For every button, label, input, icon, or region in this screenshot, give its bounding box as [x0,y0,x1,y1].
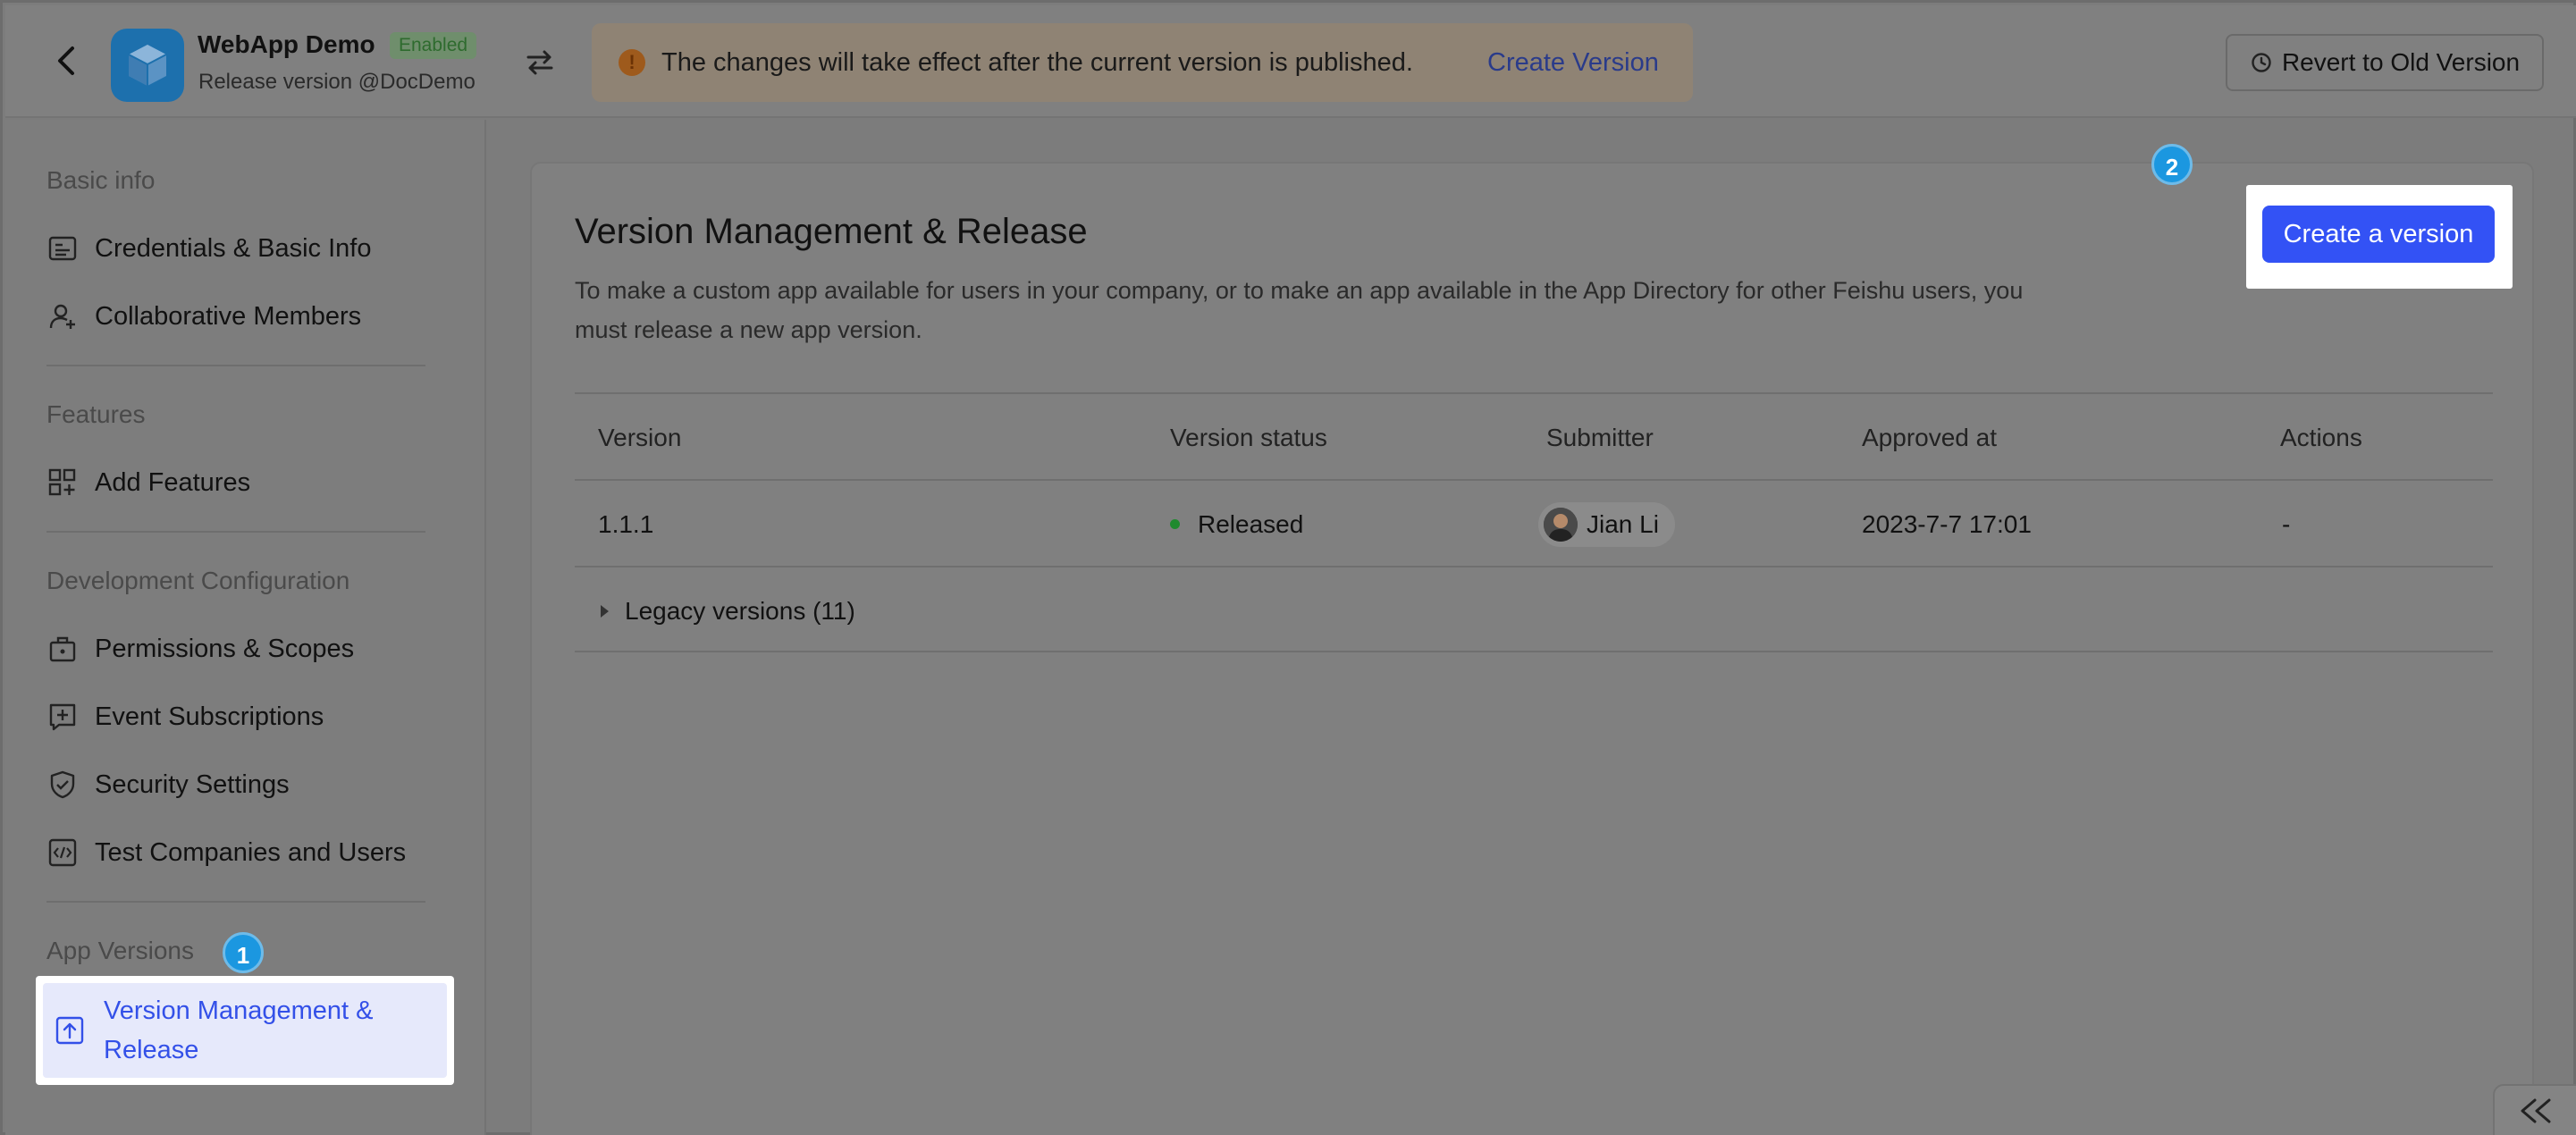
code-box-icon [46,837,79,869]
warning-icon: ! [619,49,645,76]
table-header-row: Version Version status Submitter Approve… [575,392,2493,479]
sidebar-item-label: Test Companies and Users [95,837,407,867]
submitter-cell: Jian Li [1538,481,1675,568]
sidebar-item-security-settings[interactable]: Security Settings [46,758,440,811]
column-header-actions: Actions [2280,423,2362,451]
sidebar-item-version-management[interactable]: Version Management & Release [43,983,447,1078]
actions-cell: - [2282,509,2291,538]
create-version-button[interactable]: Create a version [2262,206,2495,263]
version-management-card: Version Management & Release To make a c… [530,144,2534,1135]
collapse-panel-button[interactable] [2493,1084,2576,1135]
page-title: Version Management & Release [575,212,1088,251]
highlight-box: Version Management & Release [36,976,454,1085]
column-header-version: Version [598,423,682,451]
switch-app-button[interactable] [522,45,558,80]
user-add-icon [46,300,79,332]
app-window: WebApp Demo Enabled Release version @Doc… [0,0,2576,1135]
cube-icon [128,45,167,86]
sidebar: Basic info Credentials & Basic Info Coll… [5,120,486,1135]
status-badge: Enabled [390,32,477,59]
app-subtitle: Release version @DocDemo [198,70,476,94]
app-logo [111,29,184,102]
column-header-status: Version status [1170,423,1327,451]
sidebar-item-label: Collaborative Members [95,301,362,331]
submitter-chip[interactable]: Jian Li [1538,501,1675,547]
back-button[interactable] [46,41,86,80]
sidebar-section-dev-config: Development Configuration [46,567,350,594]
event-plus-icon [46,701,79,733]
released-dot-icon [1170,519,1180,529]
swap-arrows-icon [526,50,553,75]
legacy-versions-toggle[interactable]: Legacy versions (11) [598,568,855,654]
sidebar-item-collaborative-members[interactable]: Collaborative Members [46,290,440,343]
history-icon [2252,53,2271,72]
chevron-left-icon [58,46,74,75]
sidebar-item-permissions[interactable]: Permissions & Scopes [46,622,440,676]
version-cell: 1.1.1 [598,509,654,538]
app-name: WebApp Demo [198,30,375,58]
create-version-link[interactable]: Create Version [1487,48,1659,78]
notice-text: The changes will take effect after the c… [661,48,1413,77]
sidebar-item-label: Event Subscriptions [95,702,324,731]
sidebar-section-features: Features [46,400,146,428]
avatar [1544,507,1578,542]
double-chevron-left-icon [2521,1098,2551,1123]
upload-box-icon [54,1014,86,1047]
sidebar-item-label: Add Features [95,467,251,497]
sidebar-item-credentials[interactable]: Credentials & Basic Info [46,222,440,275]
step-badge-1: 1 [223,932,264,973]
sidebar-section-app-versions: App Versions [46,937,194,964]
page-description: To make a custom app available for users… [575,277,2024,343]
id-card-icon [46,232,79,265]
sidebar-section-basic-info: Basic info [46,166,156,194]
sidebar-item-event-subscriptions[interactable]: Event Subscriptions [46,690,440,744]
sidebar-item-label: Credentials & Basic Info [95,233,372,263]
status-label: Released [1198,509,1304,538]
grid-add-icon [46,467,79,499]
approved-at-cell: 2023-7-7 17:01 [1862,509,2032,538]
revert-label: Revert to Old Version [2281,48,2521,76]
step-badge-2: 2 [2151,144,2193,185]
shield-icon [46,769,79,801]
legacy-versions-row[interactable]: Legacy versions (11) [575,566,2493,652]
submitter-name: Jian Li [1587,509,1659,538]
briefcase-icon [46,633,79,665]
column-header-approved-at: Approved at [1862,423,1997,451]
sidebar-item-label: Version Management & Release [104,996,374,1064]
publish-notice: ! The changes will take effect after the… [592,23,1693,102]
table-row: 1.1.1 Released Jian Li 2023-7-7 17:01 - [575,479,2493,566]
sidebar-divider [46,901,425,903]
top-header: WebApp Demo Enabled Release version @Doc… [5,5,2576,118]
status-cell: Released [1170,481,1303,568]
sidebar-divider [46,531,425,533]
legacy-versions-label: Legacy versions (11) [625,596,855,625]
versions-table: Version Version status Submitter Approve… [575,392,2493,652]
caret-right-icon [601,604,609,618]
column-header-submitter: Submitter [1546,423,1654,451]
revert-old-version-button[interactable]: Revert to Old Version [2226,34,2544,91]
sidebar-item-label: Security Settings [95,769,290,799]
sidebar-item-add-features[interactable]: Add Features [46,456,440,509]
sidebar-item-label: Permissions & Scopes [95,634,355,663]
sidebar-divider [46,365,425,366]
sidebar-item-test-companies[interactable]: Test Companies and Users [46,826,440,879]
